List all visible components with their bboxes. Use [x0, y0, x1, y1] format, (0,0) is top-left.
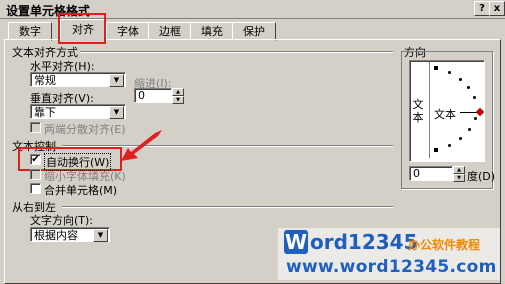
- close-button[interactable]: x: [489, 1, 505, 16]
- dial-mark: [474, 117, 477, 120]
- direction-select[interactable]: 根据内容 ▼: [30, 227, 110, 242]
- indent-spinner[interactable]: ▲ ▼: [172, 88, 184, 104]
- spin-up-icon[interactable]: ▲: [172, 88, 184, 96]
- direction-label: 文字方向(T):: [30, 214, 94, 227]
- wrap-checkbox[interactable]: ✔: [30, 154, 41, 165]
- orientation-separator: [429, 62, 430, 158]
- orientation-horizontal-text: 文本: [434, 108, 456, 121]
- vertical-select[interactable]: 靠下 ▼: [30, 104, 126, 119]
- merge-label: 合并单元格(M): [44, 184, 118, 197]
- spin-down-icon[interactable]: ▼: [453, 174, 465, 182]
- dial-mark: [467, 86, 470, 89]
- dial-mark: [468, 128, 471, 131]
- shrink-checkbox[interactable]: [30, 169, 41, 180]
- watermark-logo: W: [284, 230, 308, 254]
- vertical-select-value: 靠下: [34, 106, 56, 119]
- direction-select-value: 根据内容: [34, 229, 78, 242]
- distributed-checkbox[interactable]: [30, 122, 41, 133]
- red-arrow-icon: [121, 130, 162, 161]
- degree-label: 度(D): [467, 170, 496, 183]
- dial-mark: [434, 148, 438, 152]
- degree-input[interactable]: 0: [409, 166, 453, 181]
- orientation-vertical-text[interactable]: 文本: [411, 98, 425, 124]
- watermark-url: www.word12345.com: [286, 257, 497, 277]
- chevron-down-icon[interactable]: ▼: [93, 229, 108, 242]
- distributed-label: 两端分散对齐(E): [44, 123, 126, 136]
- spin-up-icon[interactable]: ▲: [453, 166, 465, 174]
- chevron-down-icon[interactable]: ▼: [109, 74, 124, 87]
- rtl-divider: [62, 206, 393, 208]
- degree-spinner[interactable]: ▲ ▼: [453, 166, 465, 182]
- text-alignment-divider: [80, 51, 393, 53]
- dial-mark: [459, 78, 462, 81]
- dial-mark: [448, 71, 451, 74]
- horizontal-select[interactable]: 常规 ▼: [30, 72, 126, 87]
- dial-mark: [473, 96, 476, 99]
- merge-checkbox[interactable]: [30, 183, 41, 194]
- spin-down-icon[interactable]: ▼: [172, 96, 184, 104]
- help-button[interactable]: ?: [474, 1, 490, 16]
- watermark-brand: ord12345: [310, 230, 418, 254]
- chevron-down-icon[interactable]: ▼: [109, 106, 124, 119]
- horizontal-select-value: 常规: [34, 74, 56, 87]
- dial-mark: [459, 137, 462, 140]
- dial-mark: [448, 144, 451, 147]
- tab-highlight-box: [58, 13, 106, 44]
- watermark-tagline: 办公软件教程: [408, 238, 481, 252]
- dial-mark: [434, 66, 438, 70]
- indent-input[interactable]: 0: [134, 88, 172, 103]
